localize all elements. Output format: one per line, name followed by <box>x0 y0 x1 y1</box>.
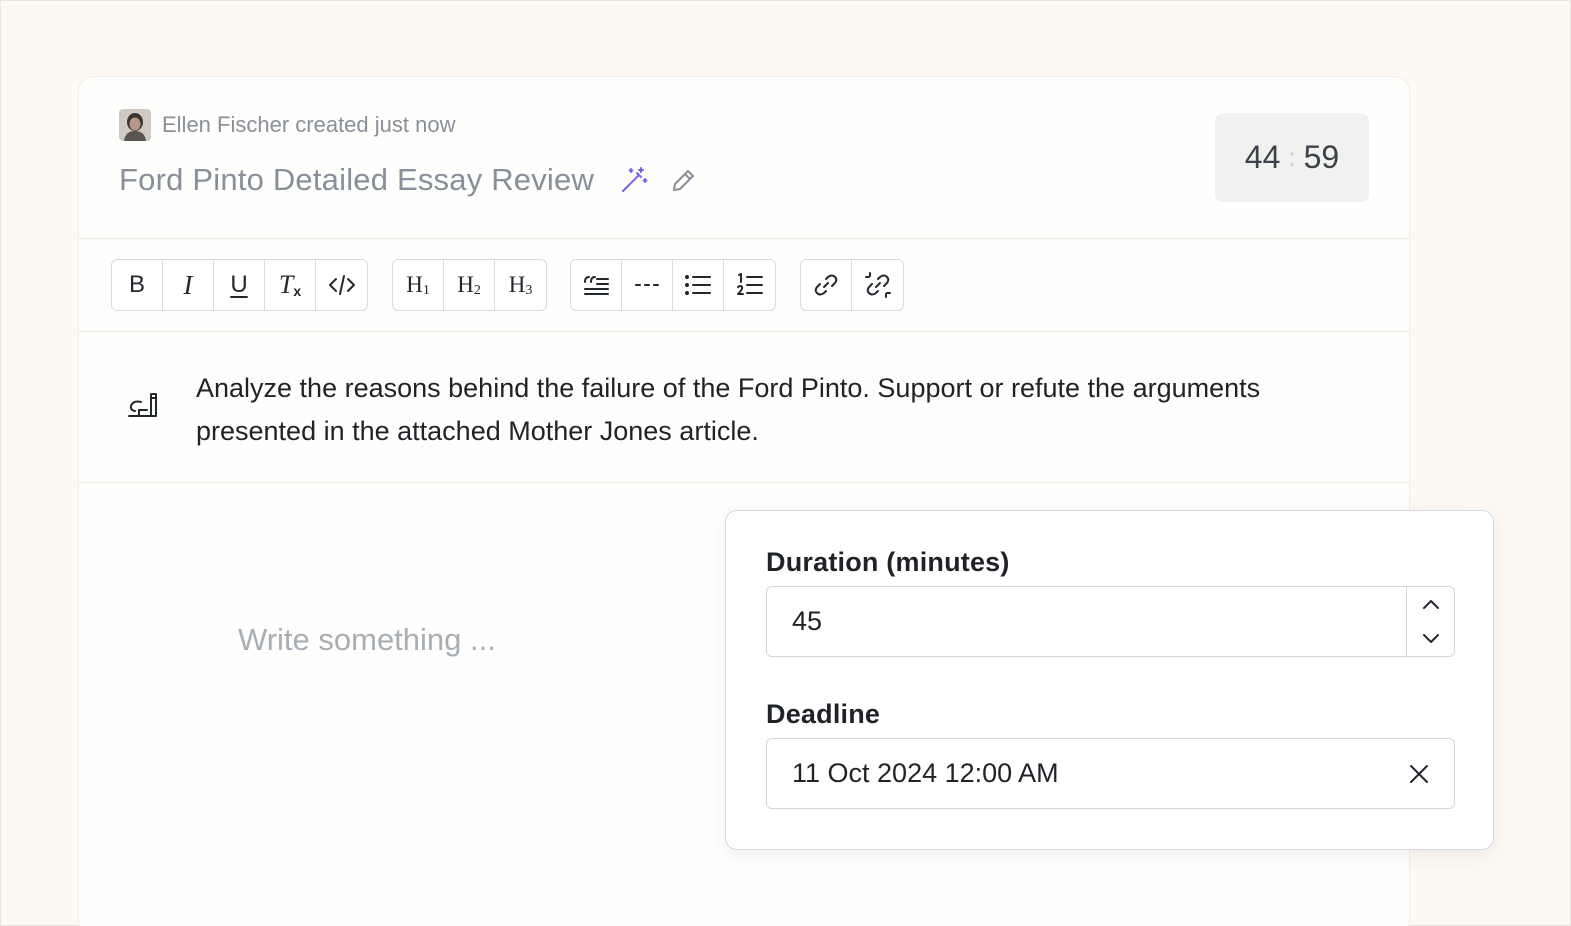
ordered-list-icon <box>736 273 763 295</box>
title-row: Ford Pinto Detailed Essay Review <box>119 162 700 198</box>
italic-button[interactable]: I <box>163 260 214 310</box>
duration-value: 45 <box>792 606 823 636</box>
timer-minutes: 44 <box>1244 139 1281 175</box>
pencil-icon[interactable] <box>668 164 700 196</box>
clear-format-button[interactable]: Tx <box>265 260 316 310</box>
formatting-toolbar: B I U Tx H1 H2 H3 <box>79 239 1409 332</box>
link-icon <box>814 274 838 296</box>
block-group <box>570 259 776 311</box>
code-icon <box>328 275 355 295</box>
heading-1-button[interactable]: H1 <box>393 260 444 310</box>
increment-button[interactable] <box>1407 587 1454 622</box>
editor-placeholder: Write something ... <box>238 622 496 657</box>
timer-seconds: 59 <box>1303 139 1340 175</box>
code-button[interactable] <box>316 260 367 310</box>
bullet-list-icon <box>685 275 711 295</box>
heading-3-button[interactable]: H3 <box>495 260 546 310</box>
duration-label: Duration (minutes) <box>766 547 1010 577</box>
timer-separator: : <box>1288 142 1296 172</box>
quote-icon <box>584 276 609 295</box>
creator-text: Ellen Fischer created just now <box>162 112 456 137</box>
horizontal-rule-icon <box>635 284 659 286</box>
unlink-icon <box>864 272 891 298</box>
countdown-timer: 44 : 59 <box>1215 113 1369 202</box>
prompt-icon <box>127 390 161 422</box>
creator-info: Ellen Fischer created just now <box>119 109 455 141</box>
assignment-header: Ellen Fischer created just now Ford Pint… <box>79 77 1409 239</box>
deadline-input[interactable]: 11 Oct 2024 12:00 AM <box>766 738 1455 809</box>
decrement-button[interactable] <box>1407 622 1454 657</box>
horizontal-rule-button[interactable] <box>622 260 673 310</box>
duration-input[interactable]: 45 <box>766 586 1455 657</box>
remove-link-button[interactable] <box>852 260 903 310</box>
deadline-label: Deadline <box>766 699 881 729</box>
bold-button[interactable]: B <box>112 260 163 310</box>
chevron-up-icon <box>1422 600 1439 610</box>
link-group <box>800 259 904 311</box>
settings-popover: Duration (minutes) 45 Deadline 11 Oct 20… <box>725 510 1494 850</box>
blockquote-button[interactable] <box>571 260 622 310</box>
clear-deadline-button[interactable] <box>1406 761 1432 787</box>
heading-group: H1 H2 H3 <box>392 259 547 311</box>
deadline-value: 11 Oct 2024 12:00 AM <box>792 758 1059 788</box>
avatar <box>119 109 151 141</box>
heading-2-button[interactable]: H2 <box>444 260 495 310</box>
close-icon <box>1410 765 1428 783</box>
underline-button[interactable]: U <box>214 260 265 310</box>
chevron-down-icon <box>1422 633 1439 643</box>
bullet-list-button[interactable] <box>673 260 724 310</box>
duration-stepper <box>1406 587 1454 656</box>
ordered-list-button[interactable] <box>724 260 775 310</box>
text-style-group: B I U Tx <box>111 259 368 311</box>
assignment-prompt: Analyze the reasons behind the failure o… <box>79 332 1409 483</box>
insert-link-button[interactable] <box>801 260 852 310</box>
assignment-title: Ford Pinto Detailed Essay Review <box>119 162 595 197</box>
prompt-text: Analyze the reasons behind the failure o… <box>196 373 1261 446</box>
magic-wand-icon[interactable] <box>618 164 650 196</box>
